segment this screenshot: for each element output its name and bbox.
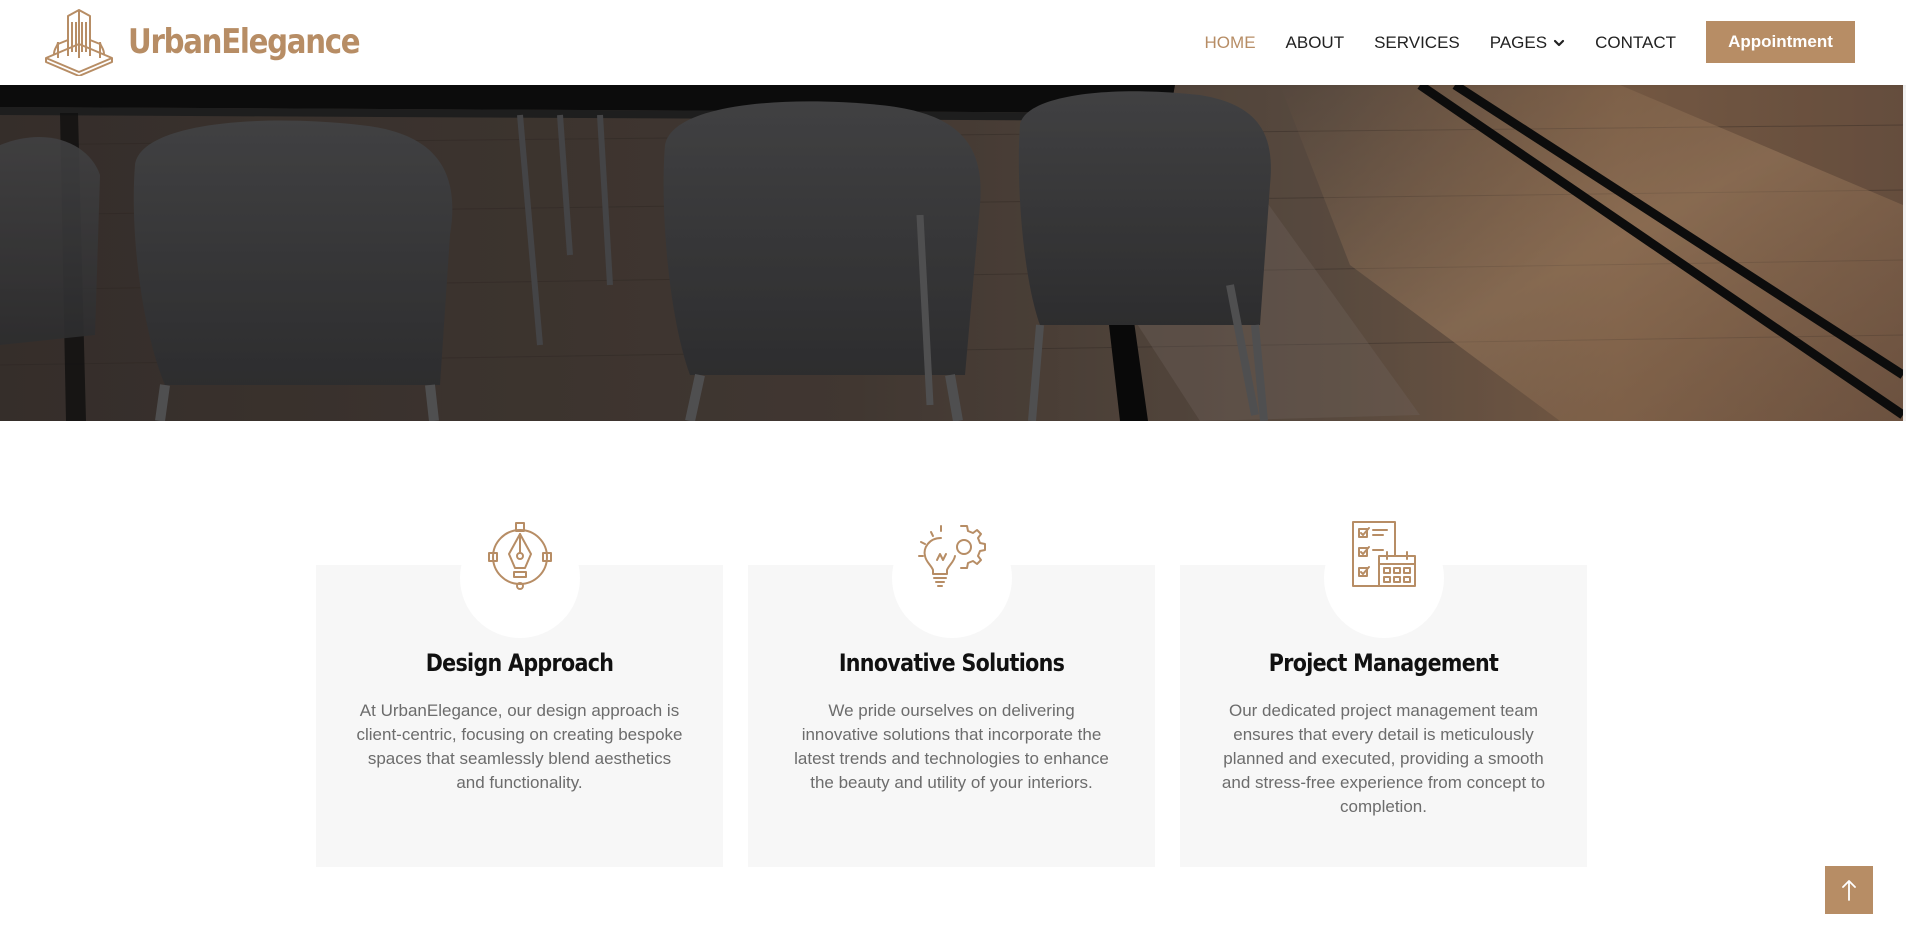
nav-home[interactable]: HOME xyxy=(1205,33,1256,53)
nav-services-label: SERVICES xyxy=(1374,32,1460,52)
feature-card-project-management: Project Management Our dedicated project… xyxy=(1180,518,1587,867)
arrow-up-icon xyxy=(1842,880,1856,901)
feature-icon-circle xyxy=(891,518,1012,638)
brand-name: UrbanElegance xyxy=(128,22,361,62)
lightbulb-gear-icon xyxy=(917,525,986,587)
nav-home-label: HOME xyxy=(1204,32,1256,52)
feature-description: Our dedicated project management team en… xyxy=(1221,701,1546,816)
feature-card-design-approach: Design Approach At UrbanElegance, our de… xyxy=(316,518,723,867)
checklist-calendar-icon xyxy=(1351,521,1416,587)
main-nav: HOME ABOUT SERVICES PAGES CONTACT xyxy=(1205,0,1676,85)
back-to-top-button[interactable] xyxy=(1825,866,1873,914)
nav-contact-label: CONTACT xyxy=(1595,32,1676,52)
pen-tool-icon xyxy=(487,522,552,590)
hero-image xyxy=(0,85,1903,421)
chevron-down-icon xyxy=(1553,39,1565,46)
navbar: UrbanElegance HOME ABOUT SERVICES PAGES … xyxy=(0,0,1906,85)
feature-title: Project Management xyxy=(1268,649,1499,677)
nav-about-label: ABOUT xyxy=(1285,32,1345,52)
nav-pages-label: PAGES xyxy=(1489,32,1548,52)
hero-dining-chairs-illustration xyxy=(0,85,1903,421)
feature-icon-circle xyxy=(1323,518,1444,638)
feature-icon-circle xyxy=(459,518,580,638)
nav-pages-dropdown[interactable]: PAGES xyxy=(1490,33,1565,53)
feature-description: At UrbanElegance, our design approach is… xyxy=(356,701,683,792)
building-logo-icon xyxy=(45,9,113,76)
nav-services[interactable]: SERVICES xyxy=(1374,33,1460,53)
feature-description: We pride ourselves on delivering innovat… xyxy=(794,701,1109,792)
appointment-button[interactable]: Appointment xyxy=(1706,21,1855,63)
feature-title: Design Approach xyxy=(425,649,614,677)
brand-logo-link[interactable]: UrbanElegance xyxy=(44,8,397,76)
feature-card-innovative-solutions: Innovative Solutions We pride ourselves … xyxy=(748,518,1155,867)
nav-about[interactable]: ABOUT xyxy=(1286,33,1345,53)
nav-contact[interactable]: CONTACT xyxy=(1595,33,1676,53)
feature-title: Innovative Solutions xyxy=(838,649,1065,677)
